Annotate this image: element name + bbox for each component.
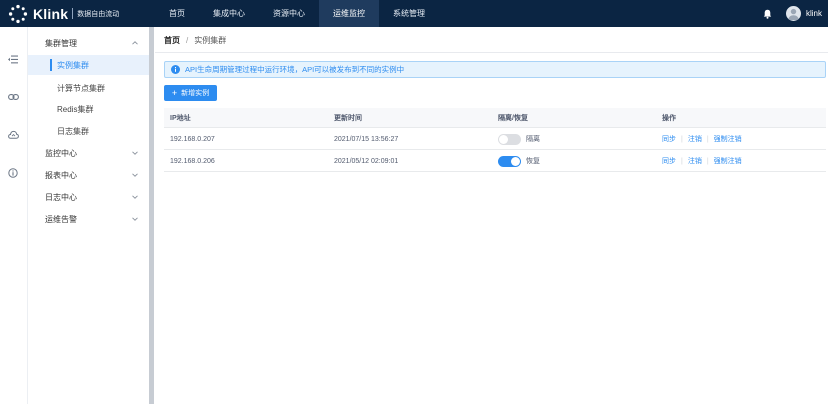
plus-icon: +: [171, 87, 178, 98]
nav-home[interactable]: 首页: [155, 0, 199, 27]
cell-isolate-restore: 恢复: [498, 150, 540, 172]
cell-actions: 同步 | 注销 | 强制注销: [662, 156, 742, 166]
sidebar-item-redis-cluster[interactable]: Redis集群: [28, 99, 149, 119]
top-navbar: Klink 数据自由流动 首页 集成中心 资源中心 运维监控 系统管理 klin…: [0, 0, 828, 27]
breadcrumb: 首页 / 实例集群: [164, 35, 226, 46]
toggle-status-label: 隔离: [526, 136, 540, 143]
sidebar-item-instance-cluster[interactable]: 实例集群: [28, 55, 149, 75]
brand-slogan: 数据自由流动: [77, 10, 120, 18]
chevron-down-icon: [132, 173, 138, 177]
brand-name: Klink: [33, 5, 69, 22]
sidebar-group-label: 监控中心: [45, 148, 77, 158]
chevron-up-icon: [132, 41, 138, 45]
add-instance-label: 新增实例: [181, 90, 210, 97]
cell-update-time: 2021/05/12 02:09:01: [334, 157, 399, 165]
sidebar-group-monitoring-center[interactable]: 监控中心: [28, 143, 149, 163]
nav-integration-center[interactable]: 集成中心: [199, 0, 259, 27]
info-circle-icon: [171, 65, 180, 74]
sidebar-group-label: 报表中心: [45, 170, 77, 180]
menu-toggle-icon[interactable]: [6, 52, 20, 66]
nav-ops-monitoring[interactable]: 运维监控: [319, 0, 379, 27]
table-row: 192.168.0.206 2021/05/12 02:09:01 恢复 同步 …: [164, 150, 826, 172]
column-header-actions: 操作: [662, 115, 676, 122]
nav-system-management[interactable]: 系统管理: [379, 0, 439, 27]
cloud-sync-icon[interactable]: [6, 128, 20, 142]
cell-ip: 192.168.0.207: [170, 135, 215, 143]
sidebar-group-label: 集群管理: [45, 38, 77, 48]
chevron-down-icon: [132, 217, 138, 221]
sidebar-group-ops-alerts[interactable]: 运维告警: [28, 209, 149, 229]
sidebar-item-compute-node-cluster[interactable]: 计算节点集群: [28, 78, 149, 98]
info-icon[interactable]: [6, 166, 20, 180]
main-content: 首页 / 实例集群 API生命周期管理过程中运行环境，API可以被发布到不同的实…: [155, 27, 828, 404]
sidebar: 集群管理 实例集群 计算节点集群 Redis集群 日志集群 监控中心 报表中心 …: [28, 27, 149, 404]
isolate-toggle[interactable]: [498, 133, 521, 145]
chevron-down-icon: [132, 195, 138, 199]
username[interactable]: klink: [806, 9, 822, 18]
breadcrumb-current: 实例集群: [194, 36, 227, 45]
logo-divider: [72, 8, 74, 19]
breadcrumb-separator: /: [186, 36, 189, 45]
force-deregister-link[interactable]: 强制注销: [714, 156, 742, 166]
column-header-isolate-restore: 隔离/恢复: [498, 115, 528, 122]
force-deregister-link[interactable]: 强制注销: [714, 134, 742, 144]
main-nav: 首页 集成中心 资源中心 运维监控 系统管理: [155, 0, 439, 27]
info-alert: API生命周期管理过程中运行环境，API可以被发布到不同的实例中: [164, 61, 826, 78]
column-header-ip: IP地址: [170, 115, 191, 122]
logo[interactable]: Klink 数据自由流动: [0, 0, 150, 27]
sidebar-group-report-center[interactable]: 报表中心: [28, 165, 149, 185]
sidebar-group-cluster-management[interactable]: 集群管理: [28, 33, 149, 53]
header-divider: [155, 52, 828, 53]
table-row: 192.168.0.207 2021/07/15 13:56:27 隔离 同步 …: [164, 128, 826, 150]
sidebar-group-label: 日志中心: [45, 192, 77, 202]
sidebar-group-label: 运维告警: [45, 214, 77, 224]
cell-isolate-restore: 隔离: [498, 128, 540, 150]
deregister-link[interactable]: 注销: [688, 156, 702, 166]
sidebar-item-log-cluster[interactable]: 日志集群: [28, 121, 149, 141]
column-header-update-time: 更新时间: [334, 115, 362, 122]
add-instance-button[interactable]: + 新增实例: [164, 85, 217, 101]
bell-icon[interactable]: [760, 6, 776, 22]
deregister-link[interactable]: 注销: [688, 134, 702, 144]
chevron-down-icon: [132, 151, 138, 155]
cell-update-time: 2021/07/15 13:56:27: [334, 135, 399, 143]
sync-link[interactable]: 同步: [662, 134, 676, 144]
cell-actions: 同步 | 注销 | 强制注销: [662, 134, 742, 144]
toggle-status-label: 恢复: [526, 158, 540, 165]
instance-table: IP地址 更新时间 隔离/恢复 操作 192.168.0.207 2021/07…: [164, 108, 826, 172]
alert-text: API生命周期管理过程中运行环境，API可以被发布到不同的实例中: [185, 65, 405, 74]
klink-logo-icon: [8, 4, 28, 24]
nav-resource-center[interactable]: 资源中心: [259, 0, 319, 27]
link-icon[interactable]: [6, 90, 20, 104]
sync-link[interactable]: 同步: [662, 156, 676, 166]
table-header: IP地址 更新时间 隔离/恢复 操作: [164, 108, 826, 128]
sidebar-scrollbar-thumb[interactable]: [149, 27, 154, 404]
cell-ip: 192.168.0.206: [170, 157, 215, 165]
restore-toggle[interactable]: [498, 155, 521, 167]
icon-rail: [0, 27, 28, 404]
sidebar-group-log-center[interactable]: 日志中心: [28, 187, 149, 207]
avatar[interactable]: [785, 6, 801, 21]
breadcrumb-home[interactable]: 首页: [164, 35, 180, 46]
user-area: klink: [760, 0, 828, 27]
